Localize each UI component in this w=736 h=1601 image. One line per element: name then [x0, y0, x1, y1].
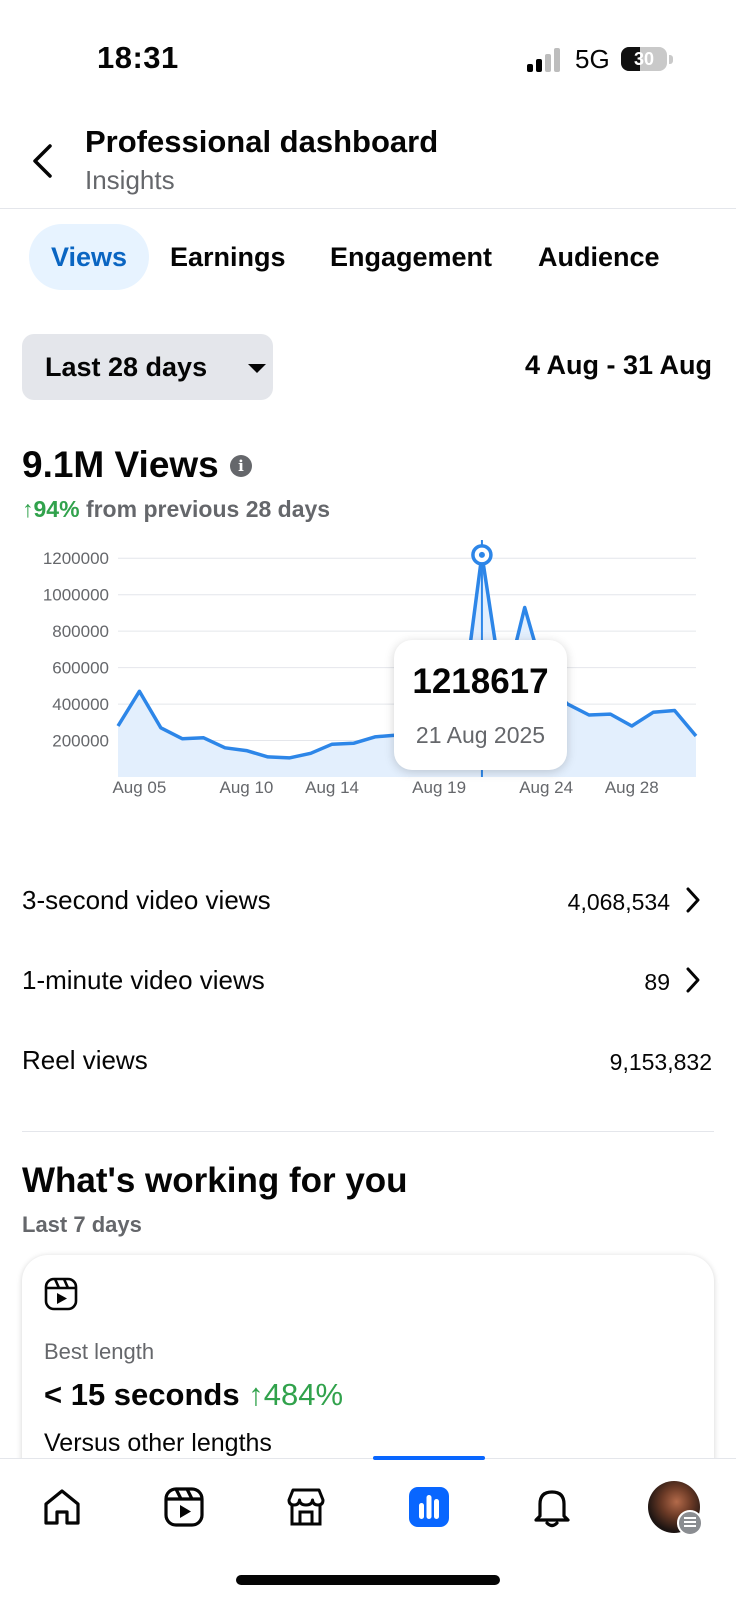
total-views: 9.1M Views: [22, 444, 219, 485]
views-delta: ↑94% from previous 28 days: [22, 496, 330, 523]
reels-icon: [44, 1277, 78, 1311]
x-tick-label: Aug 05: [112, 778, 166, 797]
x-tick-label: Aug 28: [605, 778, 659, 797]
battery-icon: 30: [621, 47, 667, 71]
tab-earnings[interactable]: Earnings: [148, 224, 308, 290]
y-tick-label: 400000: [52, 695, 109, 714]
status-time: 18:31: [97, 40, 179, 75]
date-range-text: 4 Aug - 31 Aug: [524, 350, 712, 380]
x-tick-label: Aug 10: [219, 778, 273, 797]
info-icon[interactable]: i: [230, 455, 252, 477]
caret-down-icon: [248, 364, 266, 373]
chevron-right-icon[interactable]: [685, 886, 701, 914]
insight-label: Best length: [44, 1339, 155, 1364]
chevron-right-icon[interactable]: [685, 966, 701, 994]
tab-audience[interactable]: Audience: [516, 224, 682, 290]
delta-text: from previous 28 days: [85, 496, 331, 522]
network-type: 5G: [575, 44, 610, 74]
y-tick-label: 1000000: [43, 586, 109, 605]
tooltip-date: 21 Aug 2025: [415, 722, 546, 748]
section-subtitle: Last 7 days: [22, 1212, 142, 1237]
insights-icon[interactable]: [407, 1485, 451, 1529]
battery-tip: [669, 55, 673, 64]
y-tick-label: 1200000: [43, 549, 109, 568]
insight-percentage: ↑484%: [248, 1377, 344, 1412]
home-icon[interactable]: [40, 1485, 84, 1529]
page-title: Professional dashboard: [85, 124, 439, 159]
metric-value-1m-views: 89: [644, 969, 670, 995]
insight-value: < 15 seconds: [44, 1377, 240, 1412]
chart-tooltip: 1218617 21 Aug 2025: [394, 640, 567, 770]
notifications-icon[interactable]: [530, 1485, 574, 1529]
metric-label-1m-views[interactable]: 1-minute video views: [22, 965, 265, 996]
battery-level: 30: [633, 49, 655, 69]
x-tick-label: Aug 24: [519, 778, 573, 797]
x-tick-label: Aug 14: [305, 778, 359, 797]
y-tick-label: 200000: [52, 732, 109, 751]
nav-active-indicator: [373, 1456, 485, 1460]
back-arrow-icon[interactable]: [28, 140, 58, 182]
y-tick-label: 800000: [52, 622, 109, 641]
tooltip-value: 1218617: [412, 662, 549, 701]
insight-note: Versus other lengths: [44, 1429, 272, 1457]
reels-icon[interactable]: [162, 1485, 206, 1529]
metric-value-reel-views: 9,153,832: [609, 1049, 712, 1075]
date-range-dropdown-label: Last 28 days: [45, 352, 208, 382]
metric-value-3s-views: 4,068,534: [567, 889, 670, 915]
insight-value-row: < 15 seconds ↑484%: [44, 1377, 343, 1413]
page-subtitle: Insights: [85, 165, 175, 195]
menu-badge-icon[interactable]: [677, 1510, 703, 1536]
delta-percentage: ↑94%: [22, 496, 80, 522]
metric-label-reel-views: Reel views: [22, 1045, 148, 1075]
signal-icon: [527, 48, 565, 72]
views-chart[interactable]: 1200000 1000000 800000 600000 400000 200000 Au…: [0, 540, 736, 820]
metric-label-3s-views[interactable]: 3-second video views: [22, 885, 271, 916]
header-divider: [0, 208, 736, 209]
tab-views[interactable]: Views: [29, 224, 150, 290]
y-tick-label: 600000: [52, 659, 109, 678]
selected-point-center: [478, 551, 485, 558]
tab-engagement[interactable]: Engagement: [308, 224, 514, 290]
marketplace-icon[interactable]: [284, 1485, 328, 1529]
date-range-dropdown[interactable]: Last 28 days: [22, 334, 273, 400]
section-title: What's working for you: [22, 1161, 408, 1200]
home-indicator: [236, 1575, 500, 1585]
section-divider: [22, 1131, 714, 1132]
x-tick-label: Aug 19: [412, 778, 466, 797]
